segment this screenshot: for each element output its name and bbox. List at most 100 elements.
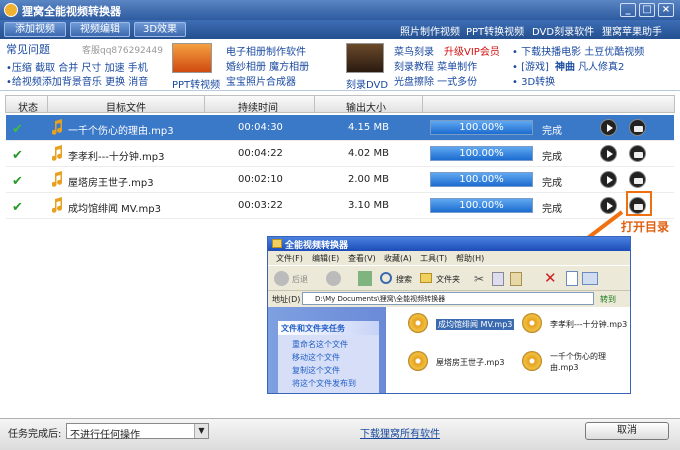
explorer-file-item[interactable]: 一千个伤心的理由.mp3	[550, 351, 626, 373]
music-note-icon	[52, 119, 62, 135]
audio-file-icon	[522, 313, 542, 333]
delete-icon[interactable]: ✕	[544, 269, 557, 287]
tab-edit-video[interactable]: 视频编辑	[70, 22, 130, 37]
explorer-menu-view[interactable]: 查看(V)	[348, 253, 376, 264]
ad-baby-photo[interactable]: 宝宝照片合成器	[226, 73, 296, 88]
play-icon[interactable]	[600, 171, 617, 188]
faq-line-1[interactable]: •压缩 截取 合并 尺寸 加速 手机	[6, 59, 148, 74]
search-icon[interactable]	[380, 272, 392, 284]
task-copy[interactable]: 复制这个文件	[292, 365, 340, 376]
link-photo-video[interactable]: 照片制作视频	[400, 23, 460, 38]
views-icon[interactable]	[582, 272, 598, 285]
open-folder-icon[interactable]	[629, 119, 646, 136]
output-size: 4.02 MB	[348, 148, 389, 159]
paste-icon[interactable]	[510, 272, 522, 286]
play-icon[interactable]	[600, 119, 617, 136]
duration: 00:02:10	[238, 174, 283, 185]
bottom-bar: 任务完成后: 不进行任何操作 ▼ 下载狸窝所有软件 取消	[0, 418, 680, 450]
open-folder-icon[interactable]	[629, 171, 646, 188]
explorer-file-item[interactable]: 李孝利---十分钟.mp3	[550, 319, 627, 330]
ad-burn[interactable]: 菜鸟刻录	[394, 43, 434, 58]
after-task-select[interactable]: 不进行任何操作 ▼	[66, 423, 209, 441]
explorer-file-item[interactable]: 屋塔房王世子.mp3	[436, 357, 505, 368]
table-header: 状态 目标文件 持续时间 输出大小	[5, 95, 675, 114]
ad-download-movies[interactable]: • 下载抉播电影 土豆优酷视频	[512, 43, 644, 58]
minimize-button[interactable]: _	[620, 3, 636, 17]
explorer-menu-edit[interactable]: 编辑(E)	[312, 253, 339, 264]
tab-add-video[interactable]: 添加视频	[4, 22, 66, 37]
cancel-button[interactable]: 取消	[585, 422, 669, 440]
file-tasks-panel: 文件和文件夹任务 重命名这个文件 移动这个文件 复制这个文件 将这个文件发布到	[278, 321, 379, 393]
output-size: 2.00 MB	[348, 174, 389, 185]
ad-album-software[interactable]: 电子相册制作软件	[226, 43, 306, 58]
status-text: 完成	[542, 178, 562, 189]
dvd-label[interactable]: 刻录DVD	[346, 76, 388, 91]
open-folder-icon[interactable]	[629, 145, 646, 162]
link-apple-helper[interactable]: 狸窝苹果助手	[602, 23, 662, 38]
maximize-button[interactable]: □	[639, 3, 655, 17]
file-name: 李孝利---十分钟.mp3	[68, 152, 165, 163]
col-duration[interactable]: 持续时间	[238, 99, 278, 114]
ad-burn-tutorial[interactable]: 刻录教程 菜单制作	[394, 58, 477, 73]
folders-label[interactable]: 文件夹	[436, 274, 460, 285]
ppt-label[interactable]: PPT转视频	[172, 76, 220, 91]
ad-game[interactable]: • [游戏]	[512, 58, 549, 73]
search-label[interactable]: 搜索	[396, 274, 412, 285]
progress-bar: 100.00%	[430, 172, 533, 187]
table-row[interactable]: ✔ 李孝利---十分钟.mp3 00:04:22 4.02 MB 100.00%…	[6, 141, 674, 167]
duration: 00:04:30	[238, 122, 283, 133]
cut-icon[interactable]: ✂	[474, 272, 484, 286]
up-folder-icon[interactable]	[358, 271, 372, 286]
link-dvd-burn[interactable]: DVD刻录软件	[532, 23, 594, 38]
col-target-file[interactable]: 目标文件	[106, 99, 146, 114]
back-label[interactable]: 后退	[292, 274, 308, 285]
forward-icon[interactable]	[326, 271, 341, 286]
explorer-menu-tools[interactable]: 工具(T)	[420, 253, 447, 264]
download-all-link[interactable]: 下载狸窝所有软件	[360, 425, 440, 440]
ad-game-2[interactable]: 凡人修真2	[578, 58, 624, 73]
col-status[interactable]: 状态	[18, 99, 38, 114]
explorer-menu-bar: 文件(F) 编辑(E) 查看(V) 收藏(A) 工具(T) 帮助(H)	[268, 251, 630, 265]
explorer-toolbar: 后退 搜索 文件夹 ✂ ✕	[268, 265, 630, 291]
explorer-menu-favorites[interactable]: 收藏(A)	[384, 253, 412, 264]
menu-bar: 添加视频 视频编辑 3D效果 照片制作视频 PPT转换视频 DVD刻录软件 狸窝…	[0, 20, 680, 39]
address-input[interactable]: D:\My Documents\狸窝\全能视频转换器	[302, 292, 594, 305]
explorer-file-item[interactable]: 成均馆绯闻 MV.mp3	[436, 319, 515, 330]
close-button[interactable]: ×	[658, 3, 674, 17]
col-output-size[interactable]: 输出大小	[346, 99, 386, 114]
file-name: 一千个伤心的理由.mp3	[68, 126, 174, 137]
go-button[interactable]: 转到	[600, 294, 616, 305]
task-rename[interactable]: 重命名这个文件	[292, 339, 348, 350]
folders-icon[interactable]	[420, 273, 432, 283]
play-icon[interactable]	[600, 145, 617, 162]
ad-3d-convert[interactable]: • 3D转换	[512, 73, 555, 88]
file-name: 成均馆绯闻 MV.mp3	[68, 204, 161, 215]
ad-disc-erase[interactable]: 光盘擦除 一式多份	[394, 73, 477, 88]
faq-line-2[interactable]: •给视频添加背景音乐 更换 消音	[6, 73, 148, 88]
explorer-address-bar: 地址(D) D:\My Documents\狸窝\全能视频转换器 转到	[268, 291, 630, 307]
address-value: D:\My Documents\狸窝\全能视频转换器	[315, 295, 446, 303]
task-move[interactable]: 移动这个文件	[292, 352, 340, 363]
faq-title[interactable]: 常见问题	[6, 41, 50, 57]
copy-icon[interactable]	[492, 272, 504, 286]
table-row[interactable]: ✔ 屋塔房王世子.mp3 00:02:10 2.00 MB 100.00% 完成	[6, 167, 674, 193]
dvd-thumbnail[interactable]	[346, 43, 384, 73]
ppt-thumbnail[interactable]	[172, 43, 212, 73]
tab-3d-effect[interactable]: 3D效果	[134, 22, 186, 37]
table-row[interactable]: ✔ 一千个伤心的理由.mp3 00:04:30 4.15 MB 100.00% …	[6, 115, 674, 141]
file-tasks-header[interactable]: 文件和文件夹任务	[278, 321, 379, 335]
properties-icon[interactable]	[566, 271, 578, 286]
explorer-menu-help[interactable]: 帮助(H)	[456, 253, 484, 264]
explorer-title-bar: 全能视频转换器	[268, 237, 630, 251]
explorer-menu-file[interactable]: 文件(F)	[276, 253, 303, 264]
ad-game-title[interactable]: 神曲	[555, 58, 575, 73]
chevron-down-icon[interactable]: ▼	[194, 424, 208, 438]
link-ppt-video[interactable]: PPT转换视频	[466, 23, 524, 38]
after-task-value: 不进行任何操作	[70, 430, 140, 441]
ad-wedding-album[interactable]: 婚纱相册 魔方相册	[226, 58, 309, 73]
folder-icon	[272, 239, 282, 248]
ad-vip[interactable]: 升级VIP会员	[444, 43, 500, 58]
back-icon[interactable]	[274, 271, 289, 286]
task-publish[interactable]: 将这个文件发布到	[292, 378, 356, 389]
status-text: 完成	[542, 126, 562, 137]
